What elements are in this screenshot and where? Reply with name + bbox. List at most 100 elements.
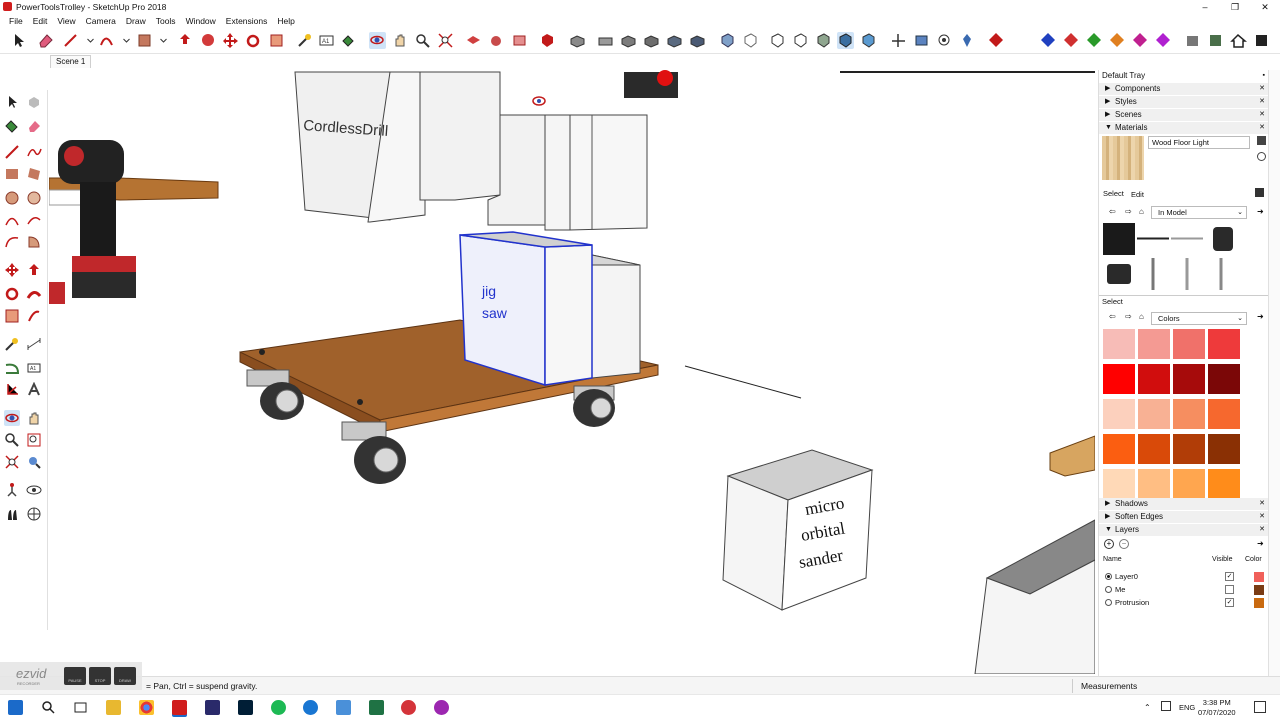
color-swatch[interactable]: [1138, 434, 1170, 464]
tape-measure-icon[interactable]: [4, 336, 20, 352]
protractor-icon[interactable]: [4, 360, 20, 376]
color-swatch[interactable]: [1173, 399, 1205, 429]
zoom-extents-icon[interactable]: [437, 32, 454, 49]
menu-extensions[interactable]: Extensions: [221, 14, 273, 28]
chrome-icon[interactable]: [139, 700, 154, 715]
layers-visible-header[interactable]: Visible: [1212, 556, 1233, 563]
color-swatch[interactable]: [1173, 329, 1205, 359]
details-arrow-icon[interactable]: ➜: [1257, 539, 1264, 548]
home-icon[interactable]: ⌂: [1139, 312, 1144, 321]
display-secondary-icon[interactable]: [1257, 136, 1266, 145]
layer-visible-checkbox[interactable]: ✓: [1225, 572, 1234, 581]
layer-row[interactable]: Layer0 ✓: [1103, 570, 1264, 583]
layer-row[interactable]: Protrusion ✓: [1103, 596, 1264, 609]
pan-tool-icon[interactable]: [392, 32, 409, 49]
color-swatch[interactable]: [1103, 399, 1135, 429]
sandbox-from-contours-icon[interactable]: [988, 32, 1005, 49]
zoom-icon[interactable]: [4, 432, 20, 448]
details-arrow-icon[interactable]: ➜: [1257, 312, 1264, 321]
tool-box-top[interactable]: [487, 114, 648, 231]
home-icon[interactable]: ⌂: [1139, 207, 1144, 216]
color-swatch[interactable]: [1138, 399, 1170, 429]
color-swatch[interactable]: [1138, 364, 1170, 394]
cordless-drill-box[interactable]: CordlessDrill: [294, 71, 501, 223]
rotated-rectangle-icon[interactable]: [26, 166, 42, 182]
dimension-icon[interactable]: [26, 336, 42, 352]
section-plane-icon[interactable]: [26, 506, 42, 522]
circle-icon[interactable]: [4, 190, 20, 206]
scene-canvas[interactable]: CordlessDrill jig saw micro orbital sand…: [49, 70, 1095, 674]
group-icon[interactable]: [488, 32, 505, 49]
active-layer-radio[interactable]: [1105, 573, 1112, 580]
wood-block[interactable]: [1049, 435, 1095, 477]
shaded-textures-style-icon[interactable]: [837, 32, 854, 49]
pin-icon[interactable]: ▪: [1263, 70, 1265, 82]
paint-bucket-icon[interactable]: [340, 32, 357, 49]
chevron-down-icon[interactable]: [118, 32, 130, 49]
wireframe-style-icon[interactable]: [769, 32, 786, 49]
tray-section-soften-edges[interactable]: ▶ Soften Edges ✕: [1099, 511, 1269, 523]
remove-layer-icon[interactable]: −: [1119, 539, 1129, 549]
network-icon[interactable]: [1161, 701, 1171, 711]
app-icon[interactable]: [336, 700, 351, 715]
warehouse-icon[interactable]: [539, 32, 556, 49]
add-layer-icon[interactable]: +: [1104, 539, 1114, 549]
color-swatch[interactable]: [1208, 364, 1240, 394]
notification-icon[interactable]: [1254, 701, 1266, 713]
scale-icon[interactable]: [4, 308, 20, 324]
app-icon[interactable]: [434, 700, 449, 715]
material-thumbnail[interactable]: [1137, 223, 1169, 255]
view-left-icon[interactable]: [689, 32, 706, 49]
polygon-icon[interactable]: [26, 190, 42, 206]
measurements-box[interactable]: Measurements: [1072, 679, 1280, 693]
close-icon[interactable]: ✕: [1259, 498, 1265, 510]
move-icon[interactable]: [4, 262, 20, 278]
menu-window[interactable]: Window: [181, 14, 221, 28]
walk-icon[interactable]: [4, 506, 20, 522]
active-layer-radio[interactable]: [1105, 599, 1112, 606]
position-camera-icon[interactable]: [913, 32, 930, 49]
rectangle-tool-icon[interactable]: [136, 32, 153, 49]
photoshop-icon[interactable]: [238, 700, 253, 715]
create-material-icon[interactable]: [1257, 152, 1266, 161]
menu-help[interactable]: Help: [272, 14, 299, 28]
select-tab[interactable]: Select: [1103, 189, 1124, 198]
menu-file[interactable]: File: [4, 14, 28, 28]
eraser-tool-icon[interactable]: [37, 32, 54, 49]
search-icon[interactable]: [41, 700, 56, 715]
color-swatch[interactable]: [1138, 329, 1170, 359]
pie-icon[interactable]: [26, 234, 42, 250]
start-icon[interactable]: [8, 700, 23, 715]
tray-section-components[interactable]: ▶ Components ✕: [1099, 83, 1269, 95]
layer-visible-checkbox[interactable]: ✓: [1225, 598, 1234, 607]
view-front-icon[interactable]: [620, 32, 637, 49]
save-icon[interactable]: [1253, 32, 1270, 49]
zoom-tool-icon[interactable]: [414, 32, 431, 49]
chevron-down-icon[interactable]: [82, 32, 94, 49]
view-top-icon[interactable]: [597, 32, 614, 49]
text-icon[interactable]: A1: [26, 360, 42, 376]
move-tool-icon[interactable]: [222, 32, 239, 49]
material-name-field[interactable]: Wood Floor Light: [1148, 136, 1250, 149]
3d-text-icon[interactable]: [26, 381, 42, 398]
file-explorer-icon[interactable]: [106, 700, 121, 715]
tray-section-materials[interactable]: ▼ Materials ✕: [1099, 122, 1269, 134]
hidden-line-style-icon[interactable]: [792, 32, 809, 49]
rotate-tool-icon[interactable]: [245, 32, 262, 49]
color-swatch[interactable]: [1173, 469, 1205, 499]
material-thumbnail[interactable]: [1103, 223, 1135, 255]
color-swatch[interactable]: [1173, 434, 1205, 464]
color-swatch[interactable]: [1173, 364, 1205, 394]
make-component-icon[interactable]: [26, 94, 42, 110]
material-thumbnail[interactable]: [1171, 258, 1203, 290]
cordless-drill-model[interactable]: [49, 140, 219, 304]
close-icon[interactable]: ✕: [1259, 83, 1265, 95]
select-tool-icon[interactable]: [10, 32, 27, 49]
color-swatch[interactable]: [1103, 434, 1135, 464]
three-point-arc-icon[interactable]: [4, 234, 20, 250]
layers-color-header[interactable]: Color: [1245, 556, 1262, 563]
excel-icon[interactable]: [369, 700, 384, 715]
material-thumbnail[interactable]: [1205, 223, 1237, 255]
model-viewport[interactable]: CordlessDrill jig saw micro orbital sand…: [49, 70, 1095, 674]
app-icon[interactable]: [205, 700, 220, 715]
